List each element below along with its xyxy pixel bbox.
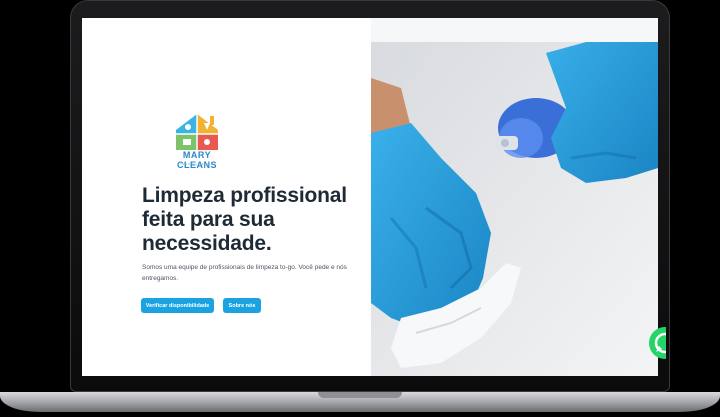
headline-line-3: necessidade. [142, 232, 272, 255]
website-screen: MARY CLEANS CLEANING SERVICE Limpeza pro… [82, 18, 658, 376]
about-us-button[interactable]: Sobre nós [223, 298, 261, 313]
hero-headline: Limpeza profissional feita para sua nece… [142, 184, 382, 256]
brand-logo[interactable]: MARY CLEANS CLEANING SERVICE [162, 112, 232, 176]
headline-line-2: feita para sua [142, 208, 275, 231]
hero-image [371, 18, 658, 376]
whatsapp-float[interactable] [648, 326, 666, 360]
laptop-notch [318, 392, 402, 398]
browser-top-strip [371, 18, 658, 42]
logo-tagline: CLEANING SERVICE [177, 162, 217, 166]
check-availability-button[interactable]: Verificar disponibilidade [141, 298, 214, 313]
logo-brand-text: MARY CLEANS [176, 150, 217, 170]
whatsapp-icon [649, 327, 666, 359]
hero-description: Somos uma equipe de profissionais de lim… [142, 264, 347, 282]
hero-left-pane: MARY CLEANS CLEANING SERVICE Limpeza pro… [82, 18, 371, 376]
headline-line-1: Limpeza profissional [142, 184, 347, 207]
house-logo-icon [176, 114, 218, 150]
gloved-hands-cleaning-image [371, 18, 658, 376]
